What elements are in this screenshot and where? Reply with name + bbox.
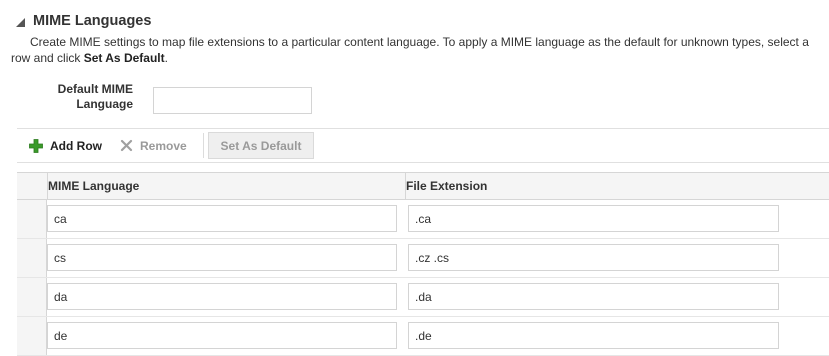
row-header[interactable] [17, 200, 47, 238]
section-header[interactable]: MIME Languages [16, 12, 151, 30]
section-title: MIME Languages [33, 13, 152, 29]
mime-language-input[interactable] [47, 244, 397, 271]
default-label-line2: Language [76, 97, 133, 111]
column-header-file-extension-label: File Extension [406, 179, 488, 193]
file-extension-input[interactable] [408, 283, 779, 310]
row-header[interactable] [17, 317, 47, 355]
default-mime-language-label: Default MIME Language [40, 82, 133, 112]
column-header-file-extension[interactable]: File Extension [405, 173, 829, 200]
row-header[interactable] [17, 278, 47, 316]
plus-icon [29, 138, 43, 153]
remove-label: Remove [140, 138, 187, 153]
x-icon [120, 139, 133, 152]
table-header: MIME Language File Extension [17, 172, 829, 200]
default-label-line1: Default MIME [57, 82, 133, 96]
set-as-default-button[interactable]: Set As Default [208, 132, 314, 159]
remove-button[interactable]: Remove [120, 129, 187, 162]
row-header-corner [17, 173, 46, 199]
mime-languages-table: MIME Language File Extension [17, 172, 829, 356]
table-row[interactable] [17, 200, 829, 239]
file-extension-input[interactable] [408, 205, 779, 232]
mime-language-input[interactable] [47, 205, 397, 232]
table-row[interactable] [17, 239, 829, 278]
column-header-mime-language-label: MIME Language [48, 179, 140, 193]
column-header-mime-language[interactable]: MIME Language [47, 173, 406, 200]
collapse-triangle-icon[interactable] [16, 17, 25, 27]
file-extension-input[interactable] [408, 244, 779, 271]
description-action-text: Set As Default [83, 50, 165, 65]
add-row-label: Add Row [50, 138, 102, 153]
toolbar-separator [203, 133, 204, 158]
table-row[interactable] [17, 317, 829, 356]
mime-language-input[interactable] [47, 322, 397, 349]
default-mime-language-input[interactable] [153, 87, 312, 114]
description-end: . [164, 50, 168, 65]
add-row-button[interactable]: Add Row [29, 129, 102, 162]
row-header[interactable] [17, 239, 47, 277]
table-toolbar: Add Row Remove Set As Default [17, 128, 829, 163]
table-row[interactable] [17, 278, 829, 317]
file-extension-input[interactable] [408, 322, 779, 349]
mime-language-input[interactable] [47, 283, 397, 310]
section-description: Create MIME settings to map file extensi… [11, 35, 823, 66]
